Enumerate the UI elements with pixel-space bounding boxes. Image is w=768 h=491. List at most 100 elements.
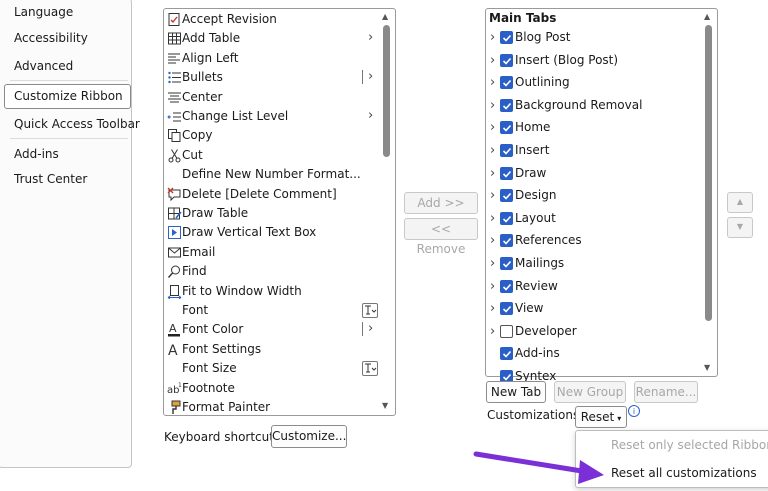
tab-checkbox[interactable]: [500, 189, 513, 203]
tab-checkbox[interactable]: [500, 347, 513, 361]
nav-item-customize-ribbon[interactable]: Customize Ribbon: [4, 84, 131, 109]
tab-checkbox[interactable]: [500, 324, 513, 338]
command-item[interactable]: Define New Number Format...: [164, 166, 378, 185]
expand-chevron-icon[interactable]: ›: [490, 98, 495, 113]
command-item[interactable]: Copy: [164, 127, 378, 146]
expand-chevron-icon[interactable]: ›: [490, 53, 495, 68]
nav-item-quick-access-toolbar[interactable]: Quick Access Toolbar: [14, 117, 140, 131]
expand-chevron-icon[interactable]: ›: [490, 143, 495, 158]
command-item[interactable]: Center: [164, 89, 378, 108]
expand-chevron-icon[interactable]: ›: [490, 166, 495, 181]
tab-node[interactable]: › Outlining: [486, 73, 706, 93]
accept-revision-icon: [167, 12, 182, 27]
expand-chevron-icon[interactable]: ›: [490, 30, 495, 45]
command-item[interactable]: Bullets ›: [164, 69, 378, 88]
expand-chevron-icon[interactable]: ›: [490, 324, 495, 339]
commands-scrollbar-thumb[interactable]: [383, 25, 390, 157]
command-item[interactable]: Align Left: [164, 50, 378, 69]
tab-node[interactable]: › Blog Post: [486, 28, 706, 48]
command-item[interactable]: Delete [Delete Comment]: [164, 186, 378, 205]
move-up-button[interactable]: ▲: [727, 192, 753, 213]
command-item[interactable]: Cut: [164, 147, 378, 166]
command-label: Footnote: [182, 380, 235, 395]
move-down-button[interactable]: ▼: [727, 217, 753, 238]
tab-checkbox[interactable]: [500, 166, 513, 180]
expand-chevron-icon[interactable]: ›: [490, 233, 495, 248]
main-tabs-tree[interactable]: Main Tabs › Blog Post › Insert (Blog Post) ›…: [485, 8, 718, 383]
tab-label: Background Removal: [515, 97, 643, 112]
nav-item-trust-center[interactable]: Trust Center: [14, 172, 87, 186]
new-tab-button[interactable]: New Tab: [486, 381, 546, 403]
tabs-scroll-down-arrow[interactable]: ▼: [704, 363, 710, 372]
customize-shortcuts-button[interactable]: Customize...: [271, 425, 347, 448]
info-icon[interactable]: i: [628, 405, 640, 417]
command-item[interactable]: Add Table ›: [164, 30, 378, 49]
tab-checkbox[interactable]: [500, 121, 513, 135]
tab-node[interactable]: › Insert: [486, 141, 706, 161]
command-item[interactable]: Format Painter: [164, 399, 378, 418]
command-item[interactable]: Draw Vertical Text Box: [164, 224, 378, 243]
commands-scroll-up-arrow[interactable]: ▲: [382, 12, 388, 21]
rename-button[interactable]: Rename...: [634, 381, 698, 403]
tab-node[interactable]: › Review: [486, 277, 706, 297]
tab-checkbox[interactable]: [500, 76, 513, 90]
tab-checkbox[interactable]: [500, 53, 513, 67]
tab-checkbox[interactable]: [500, 144, 513, 157]
commands-list[interactable]: Accept Revision Add Table › Align Left Bulle…: [163, 8, 396, 416]
format-painter-icon: [167, 400, 182, 415]
expand-chevron-icon[interactable]: ›: [490, 256, 495, 271]
tab-checkbox[interactable]: [500, 98, 513, 112]
reset-button[interactable]: Reset ▾: [575, 406, 627, 428]
tab-checkbox[interactable]: [500, 211, 513, 225]
command-label: Find: [182, 264, 207, 279]
tab-checkbox[interactable]: [500, 257, 513, 270]
tabs-scroll-up-arrow[interactable]: ▲: [704, 12, 710, 21]
command-item[interactable]: Find: [164, 263, 378, 282]
tab-label: Developer: [515, 323, 577, 338]
nav-item-accessibility[interactable]: Accessibility: [14, 31, 88, 45]
command-item[interactable]: Accept Revision: [164, 11, 378, 30]
command-label: Accept Revision: [182, 12, 277, 26]
tab-node[interactable]: Add-ins: [486, 344, 706, 364]
tab-node[interactable]: › Mailings: [486, 254, 706, 274]
new-group-button[interactable]: New Group: [554, 381, 626, 403]
tab-node[interactable]: › View: [486, 299, 706, 319]
tab-node[interactable]: › Layout: [486, 209, 706, 229]
command-item[interactable]: ab 1 Footnote: [164, 380, 378, 399]
reset-all-customizations-item[interactable]: Reset all customizations: [611, 466, 757, 480]
expand-chevron-icon[interactable]: ›: [490, 301, 495, 316]
nav-item-language[interactable]: Language: [14, 5, 73, 19]
nav-item-advanced[interactable]: Advanced: [14, 59, 73, 73]
tab-node[interactable]: › Insert (Blog Post): [486, 51, 706, 71]
expand-chevron-icon[interactable]: ›: [490, 188, 495, 203]
command-item[interactable]: Font: [164, 302, 378, 321]
tab-node[interactable]: › Home: [486, 118, 706, 138]
tab-node[interactable]: › Developer: [486, 322, 706, 342]
tab-checkbox[interactable]: [500, 31, 513, 44]
chevron-right-icon: ›: [368, 321, 374, 337]
tab-node[interactable]: › References: [486, 231, 706, 251]
tab-checkbox[interactable]: [500, 234, 513, 248]
command-item[interactable]: A Font Color ›: [164, 321, 378, 340]
nav-item-add-ins[interactable]: Add-ins: [14, 147, 59, 161]
remove-button[interactable]: << Remove: [404, 218, 478, 256]
add-button[interactable]: Add >>: [404, 192, 478, 214]
tab-checkbox[interactable]: [500, 279, 513, 293]
tab-node[interactable]: › Background Removal: [486, 96, 706, 116]
command-item[interactable]: Font Size: [164, 360, 378, 379]
commands-scroll-down-arrow[interactable]: ▼: [382, 401, 388, 410]
command-item[interactable]: Draw Table: [164, 205, 378, 224]
expand-chevron-icon[interactable]: ›: [490, 120, 495, 135]
tabs-scrollbar-thumb[interactable]: [705, 25, 712, 321]
expand-chevron-icon[interactable]: ›: [490, 75, 495, 90]
tab-checkbox[interactable]: [500, 302, 513, 316]
command-item[interactable]: A Font Settings: [164, 341, 378, 360]
expand-chevron-icon[interactable]: ›: [490, 211, 495, 226]
tab-label: Draw: [515, 165, 547, 180]
expand-chevron-icon[interactable]: ›: [490, 279, 495, 294]
command-item[interactable]: Email: [164, 244, 378, 263]
command-item[interactable]: Change List Level ›: [164, 108, 378, 127]
command-item[interactable]: Fit to Window Width: [164, 283, 378, 302]
tab-node[interactable]: › Draw: [486, 164, 706, 184]
tab-node[interactable]: › Design: [486, 186, 706, 206]
